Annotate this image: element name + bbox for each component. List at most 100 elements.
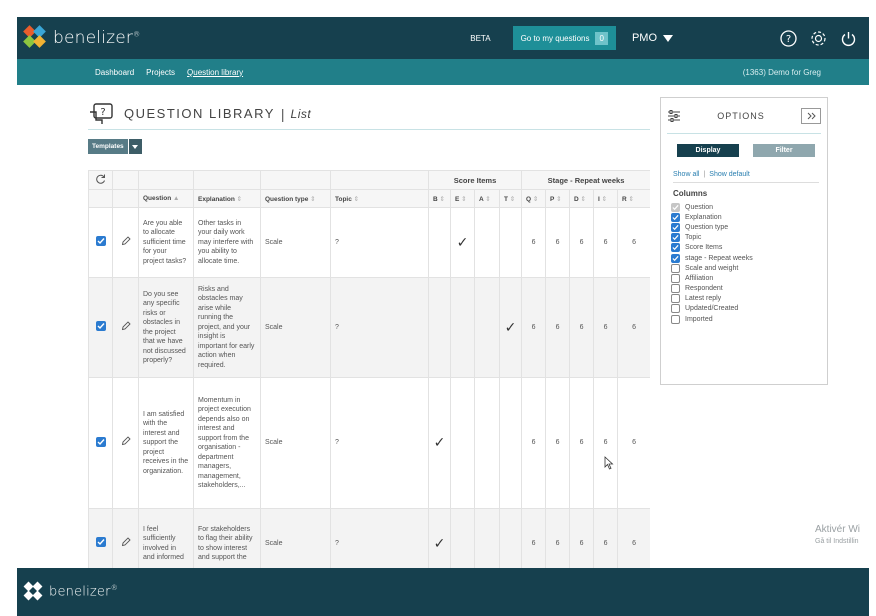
column-option[interactable]: Score Items	[671, 243, 827, 253]
col-stage-i[interactable]: I ⇕	[593, 189, 619, 208]
stage-value-cell: 6	[545, 508, 571, 568]
col-explanation[interactable]: Explanation ⇕	[193, 189, 261, 208]
power-icon[interactable]	[839, 29, 857, 47]
column-option[interactable]: Latest reply	[671, 294, 827, 304]
caret-down-icon[interactable]	[128, 139, 142, 154]
column-option-label: Score Items	[685, 244, 723, 252]
column-option[interactable]: Updated/Created	[671, 304, 827, 314]
column-option[interactable]: stage - Repeat weeks	[671, 253, 827, 263]
score-check-cell	[450, 377, 475, 509]
edit-pencil-icon[interactable]	[112, 207, 139, 278]
col-score-t[interactable]: T ⇕	[498, 189, 523, 208]
explanation-cell: Momentum in project execution depends al…	[193, 377, 261, 509]
beta-label: BETA	[470, 33, 491, 43]
explanation-cell: For stakeholders to flag their ability t…	[193, 508, 261, 568]
brand-name: benelizer®	[53, 28, 141, 48]
col-stage-p[interactable]: P ⇕	[545, 189, 571, 208]
table-row[interactable]: I feel sufficiently involved in and info…	[88, 508, 650, 568]
column-checkbox[interactable]	[671, 284, 680, 294]
show-all-link[interactable]: Show all	[673, 171, 699, 178]
nav-dashboard[interactable]: Dashboard	[95, 68, 134, 77]
table-row[interactable]: Are you able to allocate sufficient time…	[88, 207, 650, 278]
score-check-cell	[474, 207, 500, 278]
column-option-label: Affiliation	[685, 274, 714, 282]
col-score-b[interactable]: B ⇕	[428, 189, 451, 208]
col-stage-d[interactable]: D ⇕	[569, 189, 595, 208]
stage-value-cell: 6	[569, 207, 595, 278]
help-icon[interactable]: ?	[779, 29, 797, 47]
go-to-label: Go to my questions	[520, 33, 590, 43]
table-row[interactable]: Do you see any specific risks or obstacl…	[88, 277, 650, 378]
column-checkbox[interactable]	[671, 233, 680, 243]
col-question[interactable]: Question ▲	[138, 189, 194, 208]
column-checkbox[interactable]	[671, 253, 680, 263]
stage-value-cell: 6	[521, 377, 547, 509]
stage-value-cell: 6	[593, 207, 619, 278]
stage-value-cell: 6	[545, 277, 571, 378]
col-stage-r[interactable]: R ⇕	[617, 189, 650, 208]
stage-value-cell: 6	[521, 277, 547, 378]
templates-dropdown[interactable]: Templates	[88, 139, 142, 154]
row-select-checkbox[interactable]	[88, 377, 113, 509]
score-check-cell	[428, 277, 451, 378]
logo-icon	[23, 581, 43, 601]
column-checkbox[interactable]	[671, 212, 680, 222]
column-option[interactable]: Topic	[671, 233, 827, 243]
edit-pencil-icon[interactable]	[112, 508, 139, 568]
stage-value-cell: 6	[545, 207, 571, 278]
score-check-cell	[474, 508, 500, 568]
question-type-cell: Scale	[260, 277, 331, 378]
column-checkbox[interactable]	[671, 314, 680, 324]
score-check-cell: ✓	[428, 377, 451, 509]
nav-question-library[interactable]: Question library	[187, 68, 243, 77]
row-select-checkbox[interactable]	[88, 207, 113, 278]
column-checkbox[interactable]	[671, 273, 680, 283]
score-check-cell: ✓	[450, 207, 475, 278]
column-option: Question	[671, 202, 827, 212]
row-select-checkbox[interactable]	[88, 508, 113, 568]
tab-display[interactable]: Display	[677, 144, 739, 157]
refresh-icon[interactable]	[88, 170, 113, 190]
column-option[interactable]: Question type	[671, 222, 827, 232]
col-topic[interactable]: Topic ⇕	[330, 189, 429, 208]
column-option[interactable]: Scale and weight	[671, 263, 827, 273]
row-select-checkbox[interactable]	[88, 277, 113, 378]
edit-pencil-icon[interactable]	[112, 377, 139, 509]
column-option-label: Latest reply	[685, 295, 722, 303]
col-score-e[interactable]: E ⇕	[450, 189, 475, 208]
role-dropdown[interactable]: PMO	[632, 32, 673, 44]
stage-value-cell: 6	[521, 207, 547, 278]
column-option[interactable]: Imported	[671, 314, 827, 324]
col-question-type[interactable]: Question type ⇕	[260, 189, 331, 208]
explanation-cell: Risks and obstacles may arise while runn…	[193, 277, 261, 378]
column-checkbox[interactable]	[671, 243, 680, 253]
stage-value-cell: 6	[593, 277, 619, 378]
topic-cell: ?	[330, 277, 429, 378]
gear-icon[interactable]	[809, 29, 827, 47]
question-type-cell: Scale	[260, 508, 331, 568]
score-check-cell	[428, 207, 451, 278]
options-title: OPTIONS	[717, 110, 765, 121]
edit-pencil-icon[interactable]	[112, 277, 139, 378]
column-option[interactable]: Explanation	[671, 212, 827, 222]
collapse-panel-icon[interactable]	[801, 107, 821, 124]
column-option[interactable]: Affiliation	[671, 273, 827, 283]
go-to-my-questions-button[interactable]: Go to my questions 0	[512, 26, 616, 50]
col-stage-q[interactable]: Q ⇕	[521, 189, 547, 208]
brand-logo[interactable]: benelizer®	[23, 25, 141, 49]
col-score-a[interactable]: A ⇕	[474, 189, 500, 208]
score-check-cell	[474, 377, 500, 509]
column-checkbox[interactable]	[671, 263, 680, 273]
column-checkbox[interactable]	[671, 294, 680, 304]
column-checkbox[interactable]	[671, 304, 680, 314]
table-row[interactable]: I am satisfied with the interest and sup…	[88, 377, 650, 509]
nav-projects[interactable]: Projects	[146, 68, 175, 77]
show-default-link[interactable]: Show default	[709, 171, 749, 178]
watermark-line-2: Gå til Indstillin	[815, 538, 859, 545]
column-option[interactable]: Respondent	[671, 284, 827, 294]
tab-filter[interactable]: Filter	[753, 144, 815, 157]
score-check-cell	[498, 508, 523, 568]
watermark-line-1: Aktivér Wi	[815, 524, 860, 535]
footer: benelizer®	[17, 568, 869, 616]
column-checkbox[interactable]	[671, 222, 680, 232]
